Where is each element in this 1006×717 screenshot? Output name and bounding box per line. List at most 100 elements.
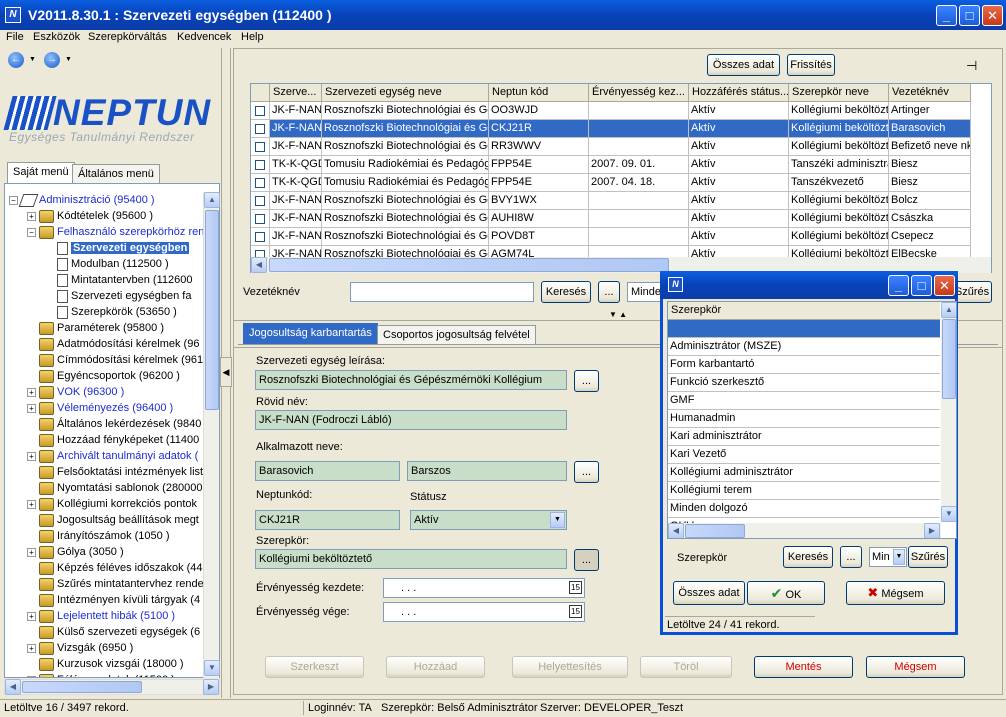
tree-node[interactable]: + Vizsgák (6950 ) [27, 640, 133, 656]
collapse-minus-icon[interactable]: − [9, 195, 18, 205]
list-item[interactable]: Kari adminisztrátor [668, 428, 940, 446]
row-checkbox[interactable] [255, 196, 265, 206]
row-checkbox[interactable] [255, 178, 265, 188]
maximize-button[interactable]: □ [959, 5, 980, 26]
szerepkor-dots-button[interactable]: ... [574, 549, 599, 571]
row-checkbox-cell[interactable] [251, 192, 270, 210]
scroll-up-icon[interactable]: ▲ [204, 192, 220, 208]
expand-plus-icon[interactable]: + [27, 547, 36, 557]
tree-node[interactable]: + VOK (96300 ) [27, 384, 124, 400]
tree-node[interactable]: Mintatantervben (112600 [45, 272, 193, 288]
list-item[interactable]: GMF [668, 392, 940, 410]
popup-scroll-right-icon[interactable]: ▶ [924, 523, 940, 538]
tree-node[interactable]: + Gólya (3050 ) [27, 544, 124, 560]
tree-node[interactable]: Szűrés mintatantervhez rende [27, 576, 204, 592]
menu-help[interactable]: Help [241, 31, 264, 43]
popup-maximize-button[interactable]: □ [911, 275, 932, 296]
grid-column-header[interactable]: Neptun kód [489, 84, 589, 102]
tree-node[interactable]: Paraméterek (95800 ) [27, 320, 164, 336]
table-row[interactable]: JK-F-NAN Rosznofszki Biotechnológiai és G… [251, 210, 991, 228]
collapse-arrow-icon[interactable]: ◀ [220, 357, 232, 387]
tree-node[interactable]: + Véleményezés (96400 ) [27, 400, 173, 416]
tree-node[interactable]: − Adminisztráció (95400 ) [9, 192, 155, 208]
hozzaad-button[interactable]: Hozzáad [386, 656, 485, 678]
popup-minden-select[interactable]: Min ▼ [869, 547, 907, 567]
scroll-right-icon[interactable]: ▶ [203, 679, 219, 695]
szerepkor-list-header[interactable]: Szerepkör [668, 302, 940, 320]
helyettesites-button[interactable]: Helyettesítés [512, 656, 628, 678]
row-checkbox-cell[interactable] [251, 210, 270, 228]
tree-node[interactable]: Egyéncsoportok (96200 ) [27, 368, 180, 384]
szerv-egyseg-dots-button[interactable]: ... [574, 370, 599, 392]
tree-node[interactable]: Képzés féléves időszakok (44 [27, 560, 203, 576]
row-checkbox[interactable] [255, 106, 265, 116]
tree-node[interactable]: Szervezeti egységben [45, 240, 190, 256]
expand-plus-icon[interactable]: + [27, 643, 36, 653]
popup-scroll-up-icon[interactable]: ▲ [941, 302, 956, 318]
tree-node[interactable]: Adatmódosítási kérelmek (96 [27, 336, 199, 352]
megsem-button[interactable]: Mégsem [866, 656, 965, 678]
pin-icon[interactable]: ⊣ [966, 58, 977, 74]
grid-column-header[interactable]: Vezetéknév [889, 84, 971, 102]
search-dots-button[interactable]: ... [598, 281, 620, 303]
row-checkbox[interactable] [255, 232, 265, 242]
osszes-adat-button[interactable]: Összes adat [707, 54, 780, 76]
expand-plus-icon[interactable]: + [27, 611, 36, 621]
row-checkbox[interactable] [255, 142, 265, 152]
alkalmazott-last-field[interactable]: Barasovich [255, 461, 400, 481]
grid-column-header[interactable]: Szerve... [270, 84, 322, 102]
list-item[interactable]: Humanadmin [668, 410, 940, 428]
table-row[interactable]: TK-K-QGD Tomusiu Radiokémiai és Pedagógi F… [251, 174, 991, 192]
forward-arrow-icon[interactable]: → [44, 52, 60, 68]
mentes-button[interactable]: Mentés [754, 656, 853, 678]
tree-node[interactable]: Felsőoktatási intézmények list [27, 464, 203, 480]
table-row[interactable]: TK-K-QGD Tomusiu Radiokémiai és Pedagógi F… [251, 156, 991, 174]
expand-plus-icon[interactable]: + [27, 499, 36, 509]
popup-ok-button[interactable]: ✔ OK [747, 581, 825, 605]
close-button[interactable]: ✕ [982, 5, 1003, 26]
table-row[interactable]: JK-F-NAN Rosznofszki Biotechnológiai és G… [251, 102, 991, 120]
tab-csoportos-jogosultsag[interactable]: Csoportos jogosultság felvétel [377, 325, 536, 345]
row-checkbox[interactable] [255, 160, 265, 170]
popup-osszes-adat-button[interactable]: Összes adat [673, 581, 745, 605]
tree-scroll-thumb[interactable] [205, 210, 219, 410]
grid-column-header[interactable]: Szerepkör neve [789, 84, 889, 102]
frissites-button[interactable]: Frissítés [787, 54, 835, 76]
window-title-bar[interactable]: N V2011.8.30.1 : Szervezeti egységben (1… [0, 0, 1006, 30]
popup-kereses-button[interactable]: Keresés [783, 546, 833, 568]
alkalmazott-first-field[interactable]: Barszos [407, 461, 567, 481]
popup-scroll-down-icon[interactable]: ▼ [941, 506, 956, 522]
popup-minden-dropdown-icon[interactable]: ▼ [893, 549, 905, 565]
popup-scroll-left-icon[interactable]: ◀ [668, 523, 684, 538]
tree-node[interactable]: Hozzáad fényképeket (11400 [27, 432, 199, 448]
statusz-dropdown-icon[interactable]: ▼ [550, 512, 565, 528]
grid-scroll-left-icon[interactable]: ◀ [251, 257, 267, 273]
list-item[interactable]: Kollégiumi terem [668, 482, 940, 500]
tree-node[interactable]: + Kollégiumi korrekciós pontok [27, 496, 197, 512]
popup-minimize-button[interactable]: _ [888, 275, 909, 296]
back-dropdown-icon[interactable]: ▼ [29, 56, 36, 63]
popup-hscroll-thumb[interactable] [685, 524, 745, 538]
list-item[interactable]: Kollégiumi adminisztrátor [668, 464, 940, 482]
szerkeszt-button[interactable]: Szerkeszt [265, 656, 364, 678]
list-item[interactable] [668, 320, 940, 338]
expand-plus-icon[interactable]: + [27, 451, 36, 461]
row-checkbox-cell[interactable] [251, 228, 270, 246]
list-item[interactable]: Adminisztrátor (MSZE) [668, 338, 940, 356]
popup-szures-button[interactable]: Szűrés [908, 546, 948, 568]
menu-kedvencek[interactable]: Kedvencek [177, 31, 231, 43]
popup-dots-button[interactable]: ... [840, 546, 862, 568]
tree-node[interactable]: Modulban (112500 ) [45, 256, 169, 272]
popup-megsem-button[interactable]: ✖ Mégsem [846, 581, 945, 605]
collapse-minus-icon[interactable]: − [27, 227, 36, 237]
vezeteknev-search-input[interactable] [350, 282, 534, 302]
minimize-button[interactable]: _ [936, 5, 957, 26]
tab-altalanos-menu[interactable]: Általános menü [72, 164, 160, 184]
splitter-arrows-icon[interactable]: ▼ ▲ [596, 310, 640, 319]
tree-node[interactable]: Nyomtatási sablonok (280000 [27, 480, 203, 496]
grid-column-header[interactable]: Érvényesség kez... [589, 84, 689, 102]
row-checkbox[interactable] [255, 124, 265, 134]
tree-node[interactable]: Külső szervezeti egységek (6 [27, 624, 200, 640]
expand-plus-icon[interactable]: + [27, 211, 36, 221]
rovid-nev-field[interactable]: JK-F-NAN (Fodroczi Lábló) [255, 410, 567, 430]
